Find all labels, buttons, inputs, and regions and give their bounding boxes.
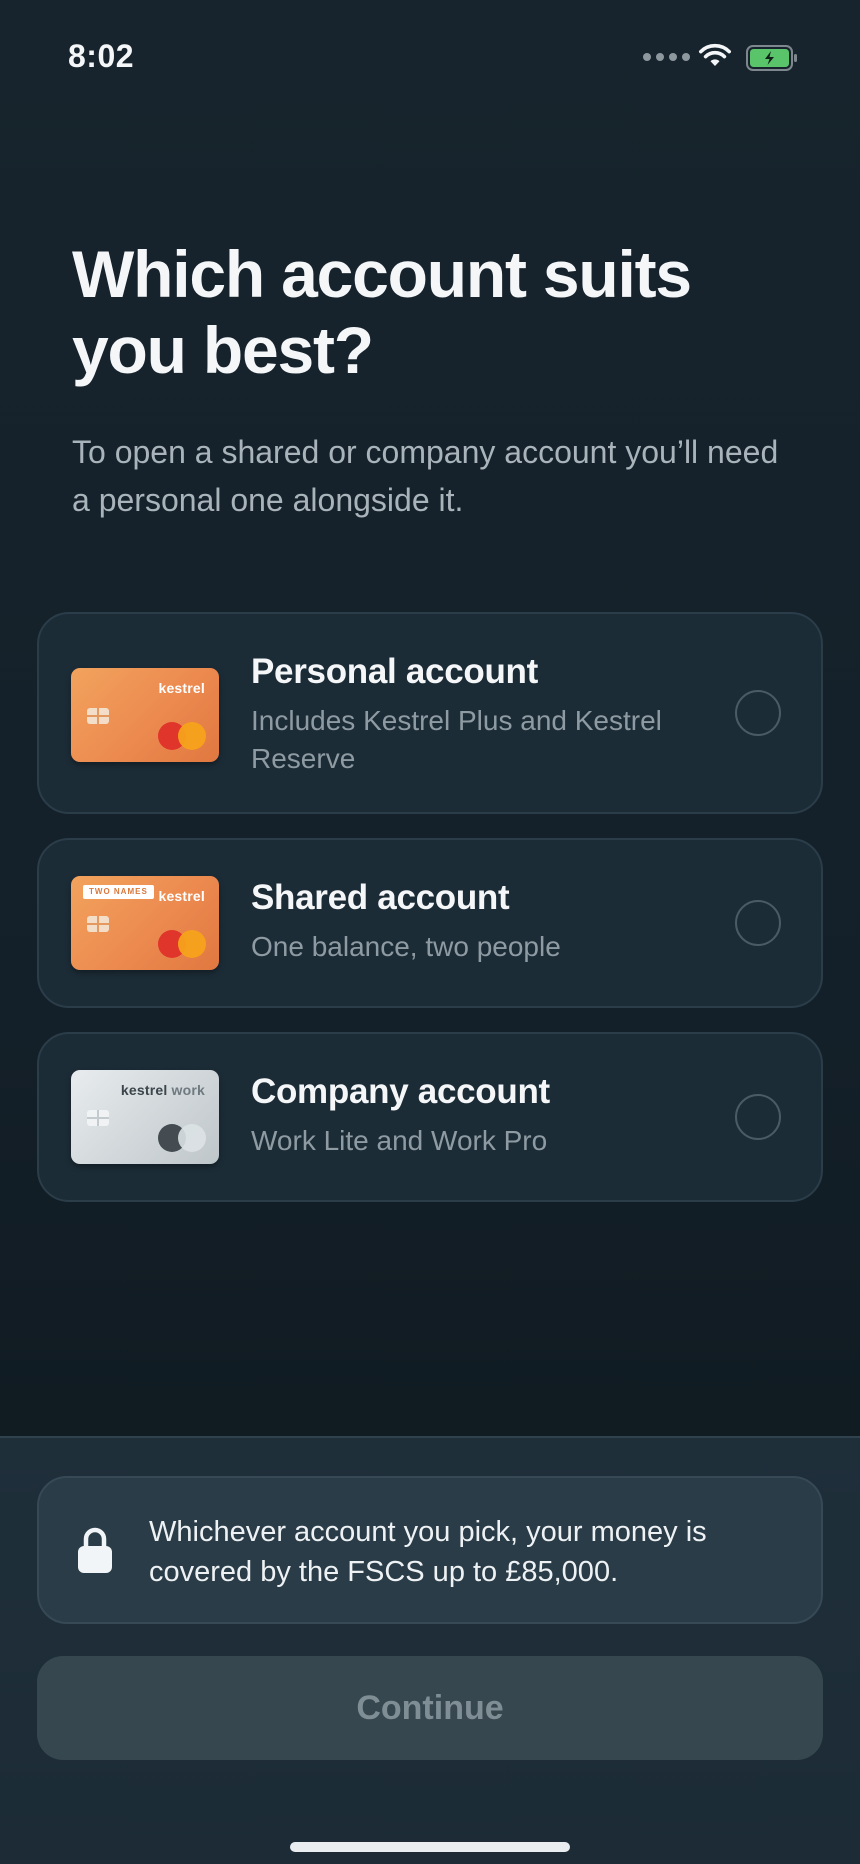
account-type-screen: 8:02 Which account suits you best? To op… (0, 0, 860, 1864)
option-shared-account[interactable]: TWO NAMES kestrel Shared account One bal… (37, 838, 823, 1008)
option-title: Personal account (251, 652, 538, 691)
personal-card-image: kestrel (71, 668, 219, 762)
bottom-sheet: Whichever account you pick, your money i… (0, 1436, 860, 1864)
card-brand-logo: kestrel (158, 888, 205, 904)
status-bar: 8:02 (0, 0, 860, 120)
company-card-image: kestrel work (71, 1070, 219, 1164)
company-radio-button[interactable] (735, 1094, 781, 1140)
fscs-notice-text: Whichever account you pick, your money i… (149, 1516, 707, 1588)
fscs-notice: Whichever account you pick, your money i… (37, 1476, 823, 1624)
card-chip-icon (87, 1110, 109, 1126)
wifi-icon (699, 43, 731, 66)
card-chip-icon (87, 916, 109, 932)
home-indicator[interactable] (290, 1842, 570, 1852)
status-time: 8:02 (68, 38, 135, 74)
option-description: Includes Kestrel Plus and Kestrel Reserv… (251, 705, 662, 774)
option-title: Company account (251, 1072, 550, 1111)
page-title: Which account suits you best? (72, 237, 692, 387)
option-company-account[interactable]: kestrel work Company account Work Lite a… (37, 1032, 823, 1202)
two-names-tag: TWO NAMES (83, 885, 154, 899)
option-title: Shared account (251, 878, 510, 917)
lock-icon (78, 1527, 112, 1573)
continue-button[interactable]: Continue (37, 1656, 823, 1760)
card-brand-suffix: work (171, 1082, 205, 1098)
card-chip-icon (87, 708, 109, 724)
card-brand-logo: kestrel (158, 680, 205, 696)
signal-dots-icon (643, 53, 690, 61)
mastercard-icon (158, 930, 206, 958)
card-brand-logo: kestrel work (121, 1082, 205, 1098)
shared-radio-button[interactable] (735, 900, 781, 946)
personal-radio-button[interactable] (735, 690, 781, 736)
shared-card-image: TWO NAMES kestrel (71, 876, 219, 970)
mastercard-icon (158, 1124, 206, 1152)
card-brand-name: kestrel (120, 1082, 168, 1098)
page-subtitle: To open a shared or company account you’… (72, 434, 779, 518)
option-personal-account[interactable]: kestrel Personal account Includes Kestre… (37, 612, 823, 814)
option-description: Work Lite and Work Pro (251, 1125, 548, 1156)
mastercard-icon (158, 722, 206, 750)
option-description: One balance, two people (251, 931, 561, 962)
battery-charging-icon (746, 45, 797, 71)
